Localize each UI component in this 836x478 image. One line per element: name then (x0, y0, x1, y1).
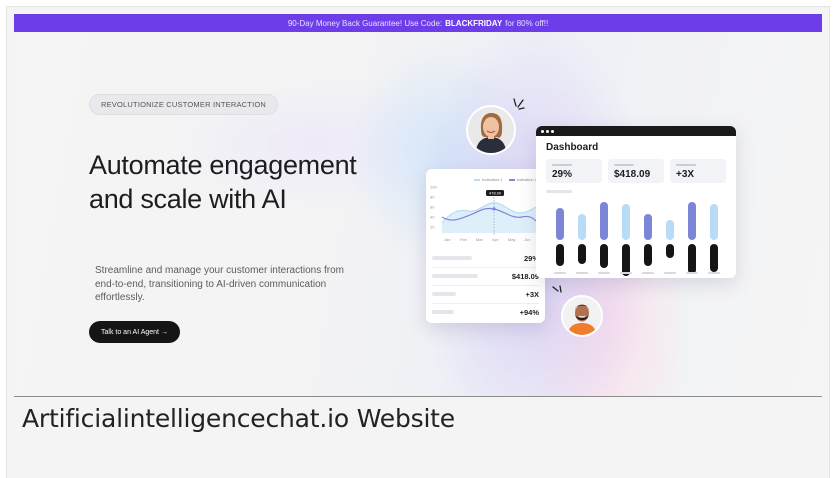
woman-avatar (466, 105, 516, 155)
promo-code: BLACKFRIDAY (445, 18, 503, 28)
bar-lower (644, 244, 652, 266)
y-tick-label: 100 (430, 185, 437, 190)
man-avatar (561, 295, 603, 337)
bar-lower (578, 244, 586, 264)
x-tick-label: Mar (476, 237, 484, 242)
bar-axis-label (620, 272, 632, 274)
kpi-value: +3X (676, 169, 695, 180)
series-area (442, 202, 536, 233)
promo-banner[interactable]: 90-Day Money Back Guarantee! Use Code: B… (14, 14, 822, 32)
bar-upper (556, 208, 564, 240)
dashboard-title: Dashboard (546, 142, 599, 153)
talk-to-agent-button[interactable]: Talk to an AI Agent → (89, 321, 180, 343)
hero-headline: Automate engagement and scale with AI (89, 150, 357, 214)
x-tick-label: Apr (492, 237, 499, 242)
promo-text: 90-Day Money Back Guarantee! Use Code: (287, 18, 443, 28)
bar-axis-label (686, 272, 698, 274)
y-tick-label: 60 (430, 205, 435, 210)
bar-upper (666, 220, 674, 240)
bar-upper (622, 204, 630, 240)
bar-lower (622, 244, 630, 276)
stat-row: 29% (432, 251, 539, 265)
tooltip-value: 478.00 (489, 190, 502, 195)
sparkle-lines-icon (513, 98, 525, 110)
arrow-right-icon: → (161, 328, 168, 336)
bar-axis-label (598, 272, 610, 274)
bar-upper (578, 214, 586, 240)
hover-point (492, 207, 496, 211)
y-tick-label: 80 (430, 195, 435, 200)
promo-discount: for 80% off!! (505, 18, 549, 28)
hero-eyebrow-badge: REVOLUTIONIZE CUSTOMER INTERACTION (89, 94, 279, 115)
x-tick-label: May (508, 237, 516, 242)
legend-item: Indication 2 (508, 177, 537, 182)
bar-axis-label (576, 272, 588, 274)
stat-row: $418.09 (432, 269, 539, 283)
bar-lower (688, 244, 696, 274)
y-tick-label: 20 (430, 225, 435, 230)
x-tick-label: Feb (460, 237, 468, 242)
bar-lower (556, 244, 564, 266)
y-tick-label: 40 (430, 215, 435, 220)
legend-item: Indication 1 (474, 177, 503, 182)
kpi-tile: $418.09 (608, 159, 664, 183)
stat-value: +94% (519, 307, 539, 317)
hero-subtext: Streamline and manage your customer inte… (95, 265, 345, 303)
dashboard-card: Dashboard 29% $418.09 +3X (536, 126, 736, 278)
kpi-tile: +3X (670, 159, 726, 183)
bar-lower (710, 244, 718, 272)
page-caption: Artificialintelligencechat.io Website (22, 404, 455, 433)
kpi-tile: 29% (546, 159, 602, 183)
stat-row: +94% (432, 305, 539, 319)
bar-upper (600, 202, 608, 240)
stat-row: +3X (432, 287, 539, 301)
window-titlebar (536, 126, 736, 136)
stat-value: +3X (525, 289, 539, 299)
bar-axis-label (554, 272, 566, 274)
cta-label: Talk to an AI Agent (101, 328, 159, 336)
dashboard-bar-chart (554, 202, 720, 276)
bar-upper (688, 202, 696, 240)
kpi-value: $418.09 (614, 169, 651, 180)
line-chart: 100 80 60 40 20 Jan Feb Mar Apr May Jun 478.00 (430, 185, 537, 242)
bar-axis-label (664, 272, 676, 274)
x-tick-label: Jan (444, 237, 450, 242)
bar-axis-label (642, 272, 654, 274)
bar-lower (666, 244, 674, 258)
stat-value: $418.09 (511, 271, 539, 281)
analytics-chart-card: Indication 1 Indication 2 100 80 60 40 20 Jan… (426, 169, 545, 323)
website-screenshot: 90-Day Money Back Guarantee! Use Code: B… (14, 14, 822, 397)
bar-upper (644, 214, 652, 240)
sparkle-lines-icon (552, 285, 562, 293)
x-tick-label: Jun (524, 237, 530, 242)
chart-legend: Indication 1 Indication 2 (474, 177, 537, 182)
kpi-value: 29% (552, 169, 573, 180)
bar-lower (600, 244, 608, 268)
bar-axis-label (708, 272, 720, 274)
bar-upper (710, 204, 718, 240)
